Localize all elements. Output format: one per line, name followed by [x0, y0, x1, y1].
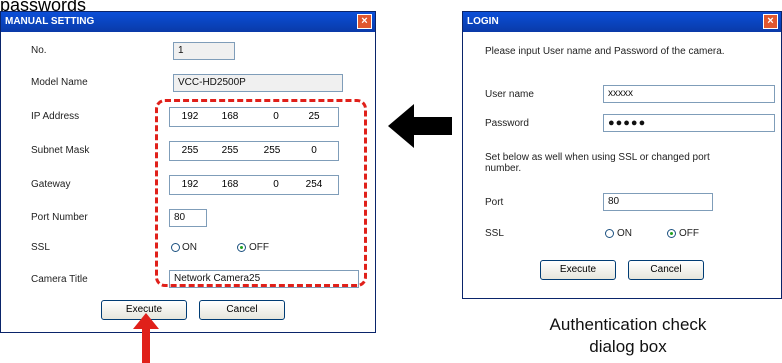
label-ip-address: IP Address	[31, 111, 80, 122]
manual-setting-title: MANUAL SETTING	[5, 16, 95, 27]
user-name-input[interactable]: xxxxx	[603, 85, 775, 103]
login-instruction: Please input User name and Password of t…	[485, 46, 725, 57]
login-titlebar: LOGIN ×	[463, 12, 781, 32]
label-login-ssl: SSL	[485, 228, 504, 239]
port-input[interactable]: 80	[603, 193, 713, 211]
login-title: LOGIN	[467, 16, 499, 27]
label-no: No.	[31, 45, 47, 56]
login-window: LOGIN × Please input User name and Passw…	[462, 11, 782, 299]
label-port-number: Port Number	[31, 212, 88, 223]
cancel-button[interactable]: Cancel	[199, 300, 285, 320]
label-camera-title: Camera Title	[31, 274, 88, 285]
close-icon[interactable]: ×	[357, 14, 372, 29]
login-ssl-on-radio[interactable]	[605, 229, 614, 238]
caption-line-1: Authentication check	[549, 315, 707, 334]
label-password: Password	[485, 118, 529, 129]
red-up-arrow	[133, 313, 159, 363]
caption: Authentication check dialog box	[510, 314, 746, 358]
model-name-field: VCC-HD2500P	[173, 74, 343, 92]
password-input[interactable]: ●●●●●	[603, 114, 775, 132]
login-ssl-off-radio[interactable]	[667, 229, 676, 238]
label-ssl: SSL	[31, 242, 50, 253]
highlight-box	[155, 99, 367, 287]
label-user-name: User name	[485, 89, 534, 100]
no-field: 1	[173, 42, 235, 60]
close-icon[interactable]: ×	[763, 14, 778, 29]
label-subnet-mask: Subnet Mask	[31, 145, 90, 156]
manual-setting-titlebar: MANUAL SETTING ×	[1, 12, 375, 32]
label-port: Port	[485, 197, 504, 208]
label-model-name: Model Name	[31, 77, 88, 88]
login-cancel-button[interactable]: Cancel	[628, 260, 704, 280]
black-left-arrow	[388, 104, 452, 148]
caption-line-2: dialog box	[589, 337, 667, 356]
login-ssl-off-label: OFF	[679, 228, 699, 239]
label-gateway: Gateway	[31, 179, 71, 190]
login-execute-button[interactable]: Execute	[540, 260, 616, 280]
login-note: Set below as well when using SSL or chan…	[485, 152, 710, 174]
login-ssl-on-label: ON	[617, 228, 632, 239]
